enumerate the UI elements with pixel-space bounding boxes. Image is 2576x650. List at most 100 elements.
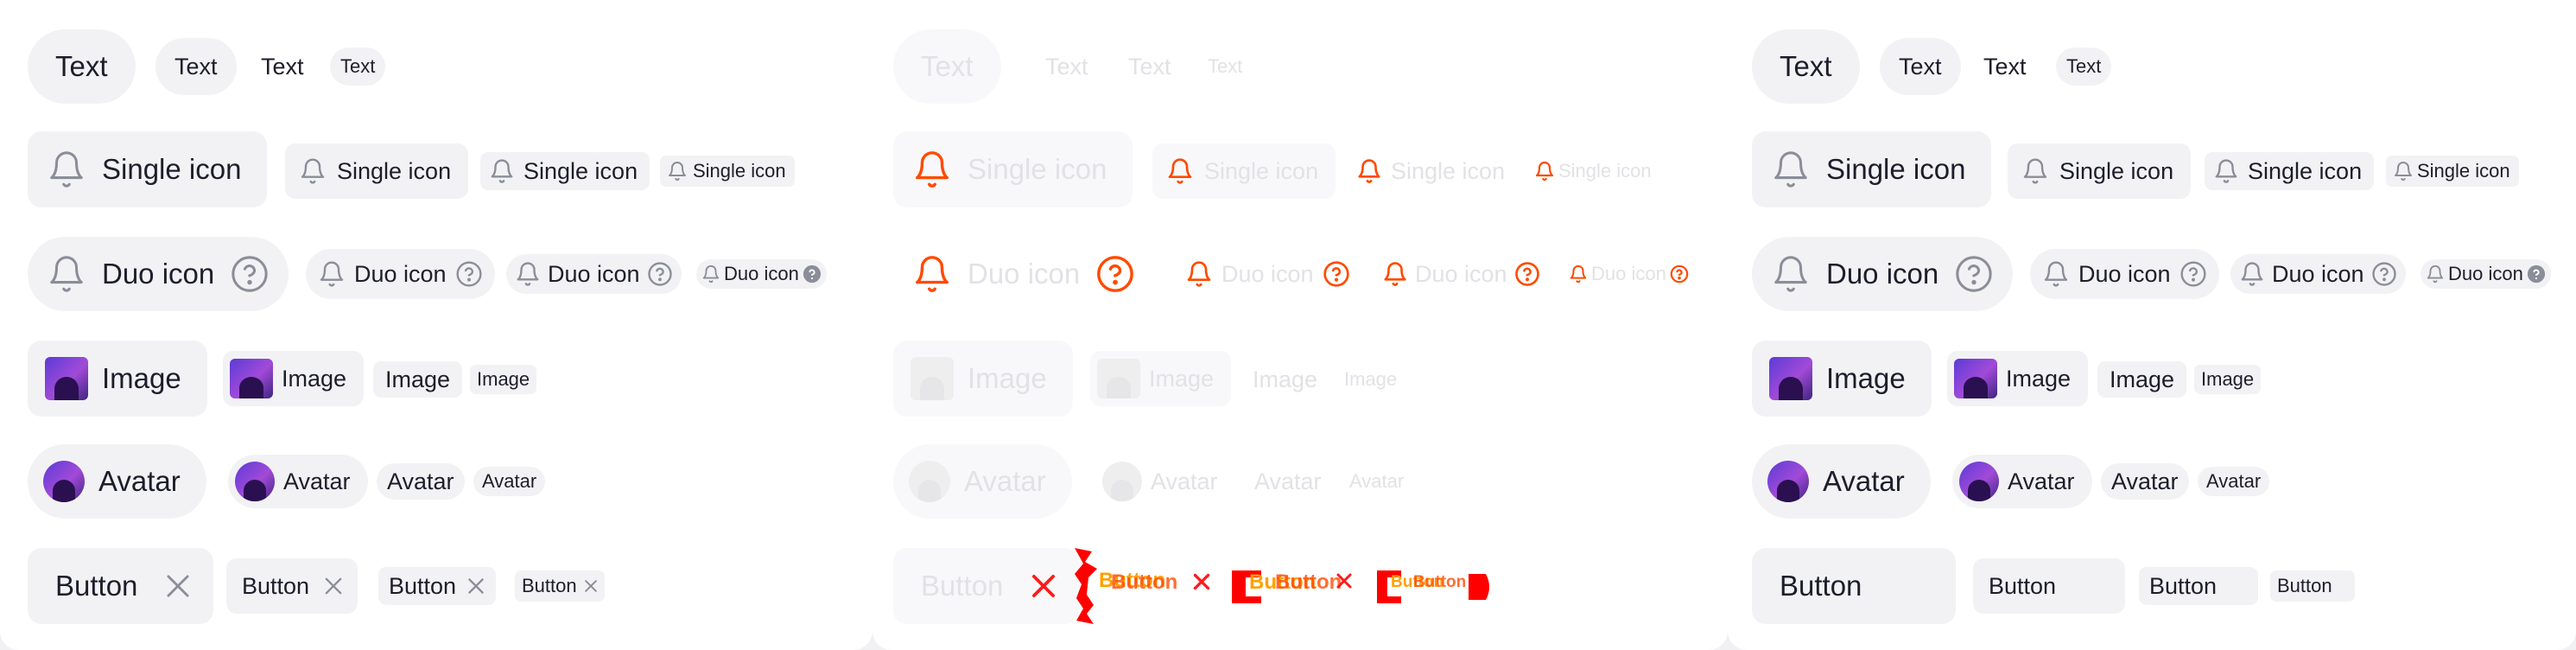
tag-text-xl[interactable]: Text <box>1752 29 1860 104</box>
tag-text-xl: Text <box>893 29 1001 104</box>
bell-icon <box>1771 150 1811 189</box>
tag-label: Image <box>477 368 530 390</box>
tag-label: Text <box>1045 53 1088 80</box>
close-icon[interactable] <box>465 575 487 597</box>
tag-button-l[interactable]: Button <box>226 558 358 614</box>
tag-button-xl[interactable]: Button <box>1752 548 1956 624</box>
tag-single-icon-xl[interactable]: Single icon <box>1752 131 1992 207</box>
tag-image-xl[interactable]: Image <box>1752 341 1932 417</box>
close-icon[interactable] <box>321 574 346 598</box>
avatar <box>43 461 85 502</box>
tag-image-m[interactable]: Image <box>2097 361 2187 398</box>
tag-label: Avatar <box>1823 465 1905 497</box>
tag-label: Button <box>921 570 1004 602</box>
tag-duo-icon-m: Duo icon <box>1374 254 1549 294</box>
avatar <box>235 462 275 501</box>
tag-button-l[interactable]: Button <box>1973 558 2125 614</box>
tag-image-xl[interactable]: Image <box>28 341 207 417</box>
tag-duo-icon-l[interactable]: Duo icon <box>306 249 495 299</box>
tag-avatar-s[interactable]: Avatar <box>473 467 546 496</box>
tag-avatar-xl[interactable]: Avatar <box>28 444 206 519</box>
tag-avatar-m[interactable]: Avatar <box>377 463 465 500</box>
bell-icon <box>1382 261 1408 287</box>
tag-single-icon-l: Single icon <box>1152 143 1336 199</box>
tag-text-l[interactable]: Text <box>155 38 237 95</box>
tag-button-xl[interactable]: Button <box>28 548 214 624</box>
tag-label: Image <box>2201 368 2255 390</box>
tag-duo-icon-s: Duo icon <box>1564 259 1694 289</box>
help-circle-icon[interactable] <box>2179 260 2207 288</box>
tag-single-icon-l[interactable]: Single icon <box>285 143 469 199</box>
tag-label: Single icon <box>337 157 452 184</box>
tag-image-s[interactable]: Image <box>470 365 537 394</box>
bell-icon <box>1771 254 1811 294</box>
tag-text-l[interactable]: Text <box>1880 38 1961 95</box>
help-circle-icon <box>1514 261 1540 287</box>
tag-text-m[interactable]: Text <box>1971 41 2039 92</box>
tag-label: Text <box>1899 53 1942 80</box>
tag-avatar-l[interactable]: Avatar <box>228 455 368 508</box>
close-icon[interactable] <box>162 570 194 602</box>
tag-label: Text <box>174 53 218 80</box>
tag-duo-icon-m[interactable]: Duo icon <box>506 254 682 294</box>
tag-single-icon-m[interactable]: Single icon <box>2205 152 2375 190</box>
help-circle-icon[interactable] <box>2371 261 2397 287</box>
tag-duo-icon-xl[interactable]: Duo icon <box>1752 237 2014 311</box>
tag-text-s[interactable]: Text <box>330 48 386 86</box>
tag-text-s[interactable]: Text <box>2056 48 2112 86</box>
help-circle-icon[interactable] <box>455 260 483 288</box>
tag-label: Single icon <box>1826 153 1966 185</box>
tag-single-icon-xl[interactable]: Single icon <box>28 131 268 207</box>
tag-label: Duo icon <box>354 260 447 287</box>
tag-label: Avatar <box>1254 468 1322 494</box>
tag-duo-icon-l[interactable]: Duo icon <box>2030 249 2219 299</box>
tag-single-icon-s[interactable]: Single icon <box>2386 156 2519 187</box>
close-icon[interactable] <box>582 577 600 595</box>
tag-label: Avatar <box>1349 470 1405 492</box>
avatar <box>1102 462 1142 501</box>
tag-button-s[interactable]: Button <box>2270 570 2355 602</box>
tag-label: Single icon <box>1558 160 1652 182</box>
help-circle-icon[interactable] <box>647 261 673 287</box>
tag-label: Duo icon <box>1591 263 1666 284</box>
bell-icon <box>701 264 720 284</box>
tag-duo-icon-xl: Duo icon <box>893 237 1154 311</box>
tag-label: Avatar <box>2111 468 2179 494</box>
tag-single-icon-l[interactable]: Single icon <box>2008 143 2192 199</box>
tag-image-s: Image <box>1337 365 1404 394</box>
tag-label: Button <box>522 575 577 596</box>
bell-icon <box>318 260 346 288</box>
tag-duo-icon-s[interactable]: Duo icon <box>2421 259 2551 289</box>
tag-duo-icon-s[interactable]: Duo icon <box>696 259 827 289</box>
help-circle-icon[interactable] <box>1954 254 1994 294</box>
tag-single-icon-m[interactable]: Single icon <box>480 152 650 190</box>
tag-avatar-xl[interactable]: Avatar <box>1752 444 1931 519</box>
tag-text-xl[interactable]: Text <box>28 29 136 104</box>
avatar <box>909 461 950 502</box>
tag-image-m[interactable]: Image <box>373 361 463 398</box>
help-circle-icon[interactable] <box>803 264 822 284</box>
tag-duo-icon-m[interactable]: Duo icon <box>2230 254 2406 294</box>
tag-avatar-s[interactable]: Avatar <box>2198 467 2270 496</box>
tag-image-s[interactable]: Image <box>2194 365 2262 394</box>
tag-image-l[interactable]: Image <box>223 351 365 406</box>
bell-icon <box>2213 158 2239 184</box>
tag-label: Duo icon <box>1221 260 1314 287</box>
help-circle-icon[interactable] <box>2527 264 2546 284</box>
bell-icon <box>299 157 327 185</box>
tag-single-icon-s[interactable]: Single icon <box>660 156 795 187</box>
tag-text-m[interactable]: Text <box>249 41 316 92</box>
bell-icon <box>2042 260 2070 288</box>
tag-label: Single icon <box>523 157 638 184</box>
tag-button-s[interactable]: Button <box>515 570 605 602</box>
bell-icon <box>2393 161 2414 182</box>
tag-image-l[interactable]: Image <box>1947 351 2089 406</box>
tag-avatar-m[interactable]: Avatar <box>2101 463 2189 500</box>
tag-button-m[interactable]: Button <box>378 567 497 605</box>
tag-button-m[interactable]: Button <box>2139 567 2258 605</box>
help-circle-icon[interactable] <box>230 254 270 294</box>
tag-avatar-l[interactable]: Avatar <box>1952 455 2092 508</box>
tag-label: Avatar <box>1151 468 1218 494</box>
tag-duo-icon-xl[interactable]: Duo icon <box>28 237 289 311</box>
image-thumbnail <box>230 359 273 398</box>
